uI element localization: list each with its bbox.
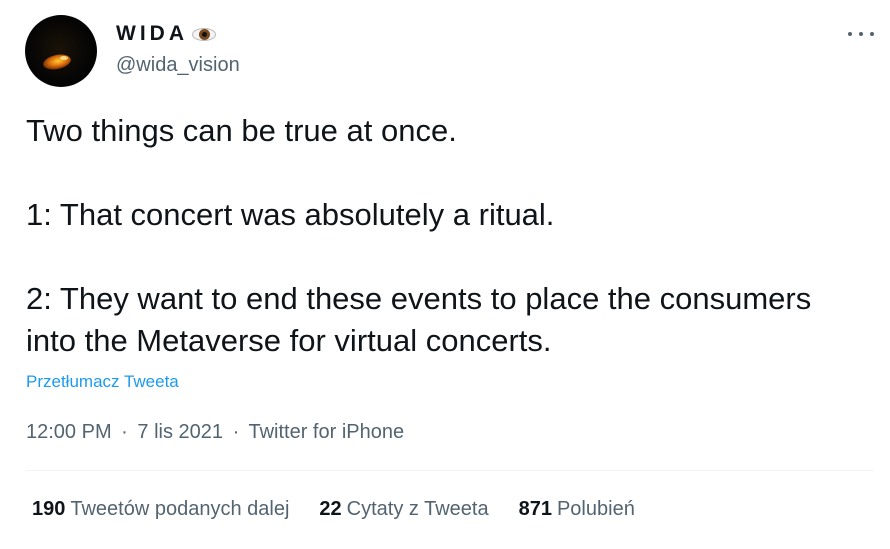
tweet-card: WIDA @wida_vision Two things can be true…: [0, 0, 890, 549]
tweet-text: Two things can be true at once. 1: That …: [26, 110, 866, 362]
quotes-stat[interactable]: 22 Cytaty z Tweeta: [319, 498, 488, 521]
tweet-line: 1: That concert was absolutely a ritual.: [26, 197, 555, 232]
quotes-count: 22: [319, 498, 342, 520]
more-horizontal-icon[interactable]: [848, 24, 874, 44]
engagement-stats: 190 Tweetów podanych dalej 22 Cytaty z Twe…: [32, 498, 665, 521]
tweet-line: 2: They want to end these events to plac…: [26, 281, 812, 358]
avatar[interactable]: [25, 15, 97, 87]
glowing-eye-avatar-icon: [41, 52, 73, 72]
likes-label: Polubień: [556, 498, 635, 520]
retweets-stat[interactable]: 190 Tweetów podanych dalej: [32, 498, 289, 521]
likes-stat[interactable]: 871 Polubień: [519, 498, 635, 521]
user-handle[interactable]: @wida_vision: [116, 54, 240, 77]
tweet-time[interactable]: 12:00 PM: [26, 421, 112, 443]
likes-count: 871: [518, 498, 552, 520]
tweet-line: Two things can be true at once.: [26, 113, 457, 148]
separator: ·: [121, 421, 128, 443]
quotes-label: Cytaty z Tweeta: [346, 498, 489, 520]
display-name[interactable]: WIDA: [116, 22, 216, 46]
tweet-metadata: 12:00 PM · 7 lis 2021 · Twitter for iPho…: [26, 421, 404, 444]
divider: [26, 470, 874, 471]
eye-icon: [192, 26, 216, 42]
translate-tweet-link[interactable]: Przetłumacz Tweeta: [26, 372, 179, 392]
tweet-source[interactable]: Twitter for iPhone: [248, 421, 404, 443]
tweet-date[interactable]: 7 lis 2021: [137, 421, 223, 443]
retweets-count: 190: [32, 498, 66, 520]
display-name-text: WIDA: [116, 22, 188, 45]
eye-glint: [60, 56, 68, 60]
retweets-label: Tweetów podanych dalej: [70, 498, 290, 520]
separator: ·: [232, 421, 240, 443]
